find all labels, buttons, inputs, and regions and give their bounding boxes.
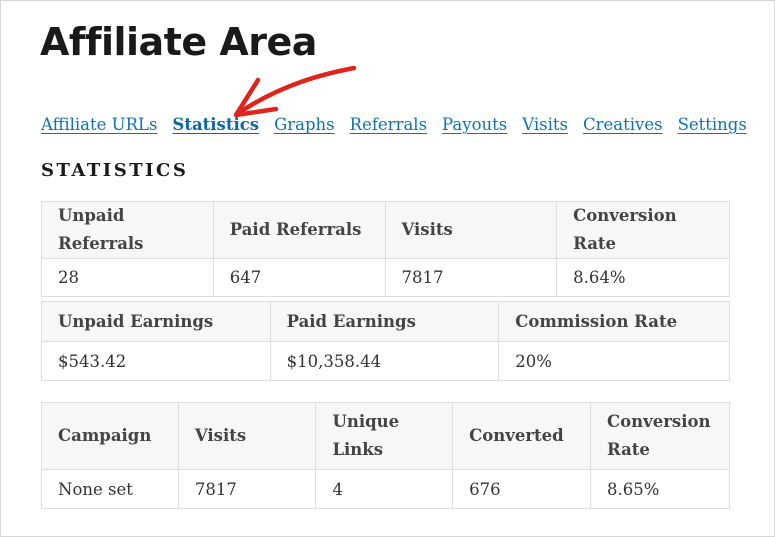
campaign-unique-links-cell: 4: [315, 469, 454, 509]
tab-graphs[interactable]: Graphs: [274, 115, 335, 134]
commission-rate-value: 20%: [498, 341, 730, 381]
earnings-stats-table: Unpaid Earnings Paid Earnings Commission…: [41, 301, 730, 381]
referral-stats-table: Unpaid Referrals Paid Referrals Visits C…: [41, 201, 730, 297]
paid-earnings-value: $10,358.44: [269, 341, 500, 381]
column-header-commission-rate: Commission Rate: [498, 301, 730, 342]
tab-statistics[interactable]: Statistics: [172, 115, 259, 134]
red-arrow-icon: [233, 65, 357, 118]
tab-affiliate-urls[interactable]: Affiliate URLs: [41, 115, 157, 134]
tab-creatives[interactable]: Creatives: [583, 115, 663, 134]
column-header-conversion-rate: Conversion Rate: [556, 201, 730, 259]
campaign-converted-cell: 676: [452, 469, 592, 509]
column-header-unpaid-earnings: Unpaid Earnings: [41, 301, 271, 342]
tab-settings[interactable]: Settings: [678, 115, 747, 134]
visits-value: 7817: [384, 258, 558, 297]
table-row: None set 7817 4 676 8.65%: [41, 469, 730, 509]
campaign-visits-cell: 7817: [177, 469, 317, 509]
column-header-paid-referrals: Paid Referrals: [212, 201, 386, 259]
tab-payouts[interactable]: Payouts: [442, 115, 507, 134]
column-header-visits: Visits: [177, 402, 317, 470]
unpaid-referrals-value: 28: [41, 258, 214, 297]
page-title: Affiliate Area: [40, 20, 317, 64]
campaign-name-cell: None set: [41, 469, 179, 509]
tab-referrals[interactable]: Referrals: [350, 115, 427, 134]
conversion-rate-value: 8.64%: [556, 258, 730, 297]
column-header-campaign: Campaign: [41, 402, 179, 470]
column-header-visits: Visits: [384, 201, 558, 259]
column-header-unpaid-referrals: Unpaid Referrals: [41, 201, 214, 259]
affiliate-tabs-nav: Affiliate URLs Statistics Graphs Referra…: [41, 115, 747, 134]
section-heading: STATISTICS: [41, 160, 189, 181]
table-row: $543.42 $10,358.44 20%: [41, 341, 730, 381]
table-header-row: Unpaid Earnings Paid Earnings Commission…: [41, 301, 730, 342]
column-header-unique-links: Unique Links: [315, 402, 454, 470]
column-header-paid-earnings: Paid Earnings: [269, 301, 500, 342]
paid-referrals-value: 647: [212, 258, 386, 297]
column-header-converted: Converted: [452, 402, 592, 470]
table-row: 28 647 7817 8.64%: [41, 258, 730, 297]
column-header-conversion-rate: Conversion Rate: [590, 402, 730, 470]
campaign-conversion-rate-cell: 8.65%: [590, 469, 730, 509]
tab-visits[interactable]: Visits: [522, 115, 568, 134]
table-header-row: Unpaid Referrals Paid Referrals Visits C…: [41, 201, 730, 259]
unpaid-earnings-value: $543.42: [41, 341, 271, 381]
campaign-stats-table: Campaign Visits Unique Links Converted C…: [41, 402, 730, 509]
table-header-row: Campaign Visits Unique Links Converted C…: [41, 402, 730, 470]
